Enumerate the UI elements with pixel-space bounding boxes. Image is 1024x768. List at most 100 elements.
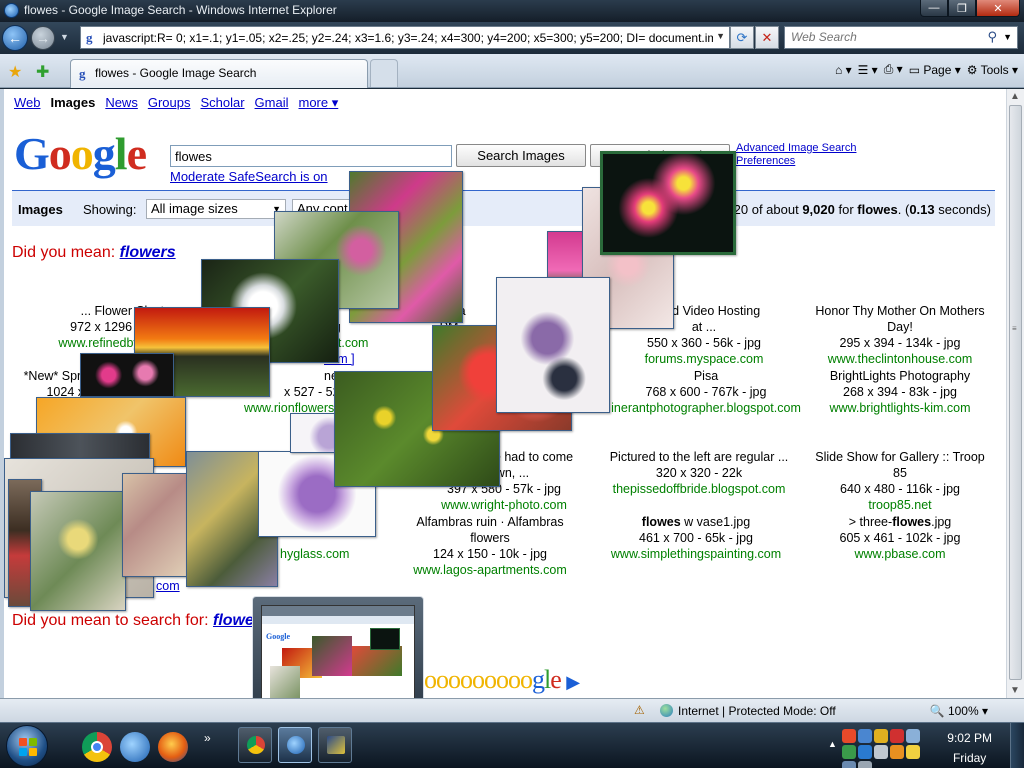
next-page-arrow-icon[interactable]: ▶ <box>566 672 580 692</box>
image-size-select[interactable]: All image sizes ▼ <box>146 199 286 219</box>
tools-menu[interactable]: ⚙ Tools ▾ <box>967 63 1018 77</box>
result-url[interactable]: www.theclintonhouse.com <box>800 351 1000 367</box>
taskbar-app-button[interactable] <box>318 727 352 763</box>
quicklaunch-expand-icon[interactable]: » <box>204 731 211 745</box>
pager-os[interactable]: ooooooooo <box>424 665 533 694</box>
result-title[interactable]: flowes w vase1.jpg <box>596 514 796 530</box>
address-dropdown-icon[interactable]: ▼ <box>716 31 725 41</box>
thumbnail-page-image: Google <box>261 605 415 713</box>
tab-current[interactable]: g flowes - Google Image Search <box>70 59 368 88</box>
stats-for: for <box>834 202 858 217</box>
scroll-up-icon[interactable]: ▲ <box>1010 91 1020 102</box>
volume-icon[interactable] <box>858 761 872 768</box>
start-button[interactable] <box>6 725 48 767</box>
page-menu[interactable]: ▭ Page ▾ <box>909 63 961 77</box>
recent-pages-dropdown[interactable]: ▼ <box>60 32 69 42</box>
internet-explorer-icon[interactable] <box>120 732 150 762</box>
tray-icon[interactable] <box>842 745 856 759</box>
flower-photo[interactable] <box>80 353 174 397</box>
search-images-button[interactable]: Search Images <box>456 144 586 167</box>
search-input[interactable] <box>171 146 451 166</box>
tray-icon[interactable] <box>906 729 920 743</box>
advanced-image-search-link[interactable]: Advanced Image Search <box>736 142 856 155</box>
result-title[interactable]: Pisa <box>596 368 816 384</box>
result-url[interactable]: forums.myspace.com <box>604 351 804 367</box>
protected-mode-icon[interactable]: ⚠ <box>634 703 645 717</box>
safesearch-link[interactable]: Moderate SafeSearch is on <box>170 169 328 184</box>
clock[interactable]: 9:02 PM Friday <box>947 728 992 768</box>
back-button[interactable]: ← <box>2 25 28 51</box>
scroll-down-icon[interactable]: ▼ <box>1010 685 1020 696</box>
result-title[interactable]: Pictured to the left are regular ... <box>594 449 804 465</box>
result-url[interactable]: troop85.net <box>800 497 1000 513</box>
status-bar: ⚠ Internet | Protected Mode: Off 🔍 100% … <box>0 698 1024 722</box>
command-tools: ⌂ ▾ ☰ ▾ ⎙ ▾ ▭ Page ▾ ⚙ Tools ▾ <box>835 62 1018 77</box>
tray-icon[interactable] <box>858 729 872 743</box>
network-icon[interactable] <box>842 761 856 768</box>
flower-photo[interactable] <box>122 473 192 577</box>
result-url[interactable]: www.pbase.com <box>800 546 1000 562</box>
address-input[interactable] <box>103 29 713 46</box>
result-url[interactable]: inerantphotographer.blogspot.com <box>596 400 816 416</box>
security-zone[interactable]: Internet | Protected Mode: Off <box>660 704 836 718</box>
tray-icon[interactable] <box>890 745 904 759</box>
tray-icon[interactable] <box>858 745 872 759</box>
result-title[interactable]: Honor Thy Mother On Mothers <box>800 303 1000 319</box>
result-url[interactable]: www.lagos-apartments.com <box>390 562 590 578</box>
vertical-scrollbar[interactable]: ▲ ≡ ▼ <box>1006 89 1024 698</box>
taskbar-chrome-button[interactable] <box>238 727 272 763</box>
nav-gmail[interactable]: Gmail <box>255 95 289 111</box>
result-title[interactable]: > three-flowes.jpg <box>800 514 1000 530</box>
nav-news[interactable]: News <box>105 95 138 111</box>
tray-icon[interactable] <box>890 729 904 743</box>
search-icon[interactable]: ⚲ <box>987 29 997 45</box>
search-dropdown-icon[interactable]: ▼ <box>1003 32 1012 42</box>
favorites-star-icon[interactable]: ★ <box>8 62 22 82</box>
result-title[interactable]: *New* Spri <box>14 368 84 384</box>
result-url[interactable]: www.wright-photo.com <box>424 497 584 513</box>
tray-icon[interactable] <box>842 729 856 743</box>
show-hidden-icons-icon[interactable]: ▲ <box>828 739 837 749</box>
feeds-icon[interactable]: ☰ ▾ <box>858 63 878 77</box>
scroll-thumb[interactable] <box>1009 105 1022 680</box>
result-url[interactable]: www.brightlights-kim.com <box>800 400 1000 416</box>
result-url[interactable]: thepissedoffbride.blogspot.com <box>594 481 804 497</box>
web-search-input[interactable] <box>791 30 981 44</box>
nav-groups[interactable]: Groups <box>148 95 191 111</box>
zoom-level[interactable]: 🔍 100% ▾ <box>930 704 988 718</box>
nav-web[interactable]: Web <box>14 95 41 111</box>
minimize-button[interactable]: — <box>920 0 948 17</box>
add-favorites-icon[interactable]: ✚ <box>36 62 49 82</box>
stop-button[interactable]: ✕ <box>755 26 779 49</box>
show-desktop-button[interactable] <box>1010 723 1024 768</box>
result-url[interactable]: hyglass.com <box>280 546 360 562</box>
tray-icon[interactable] <box>906 745 920 759</box>
new-tab-button[interactable] <box>370 59 398 87</box>
tray-icon[interactable] <box>874 745 888 759</box>
nav-more[interactable]: more ▾ <box>299 95 339 111</box>
preferences-link[interactable]: Preferences <box>736 155 856 168</box>
result-title[interactable]: Slide Show for Gallery :: Troop <box>800 449 1000 465</box>
close-button[interactable]: ✕ <box>976 0 1020 17</box>
result-url[interactable]: www.simplethingspainting.com <box>596 546 796 562</box>
flower-photo[interactable] <box>600 151 736 255</box>
did-you-mean-search-link[interactable]: flowe <box>213 612 254 629</box>
firefox-icon[interactable] <box>158 732 188 762</box>
result-title[interactable]: BrightLights Photography <box>800 368 1000 384</box>
google-logo[interactable]: Google <box>14 127 147 180</box>
refresh-button[interactable]: ⟳ <box>730 26 754 49</box>
nav-scholar[interactable]: Scholar <box>200 95 244 111</box>
maximize-button[interactable]: ❐ <box>948 0 976 17</box>
forward-button[interactable]: → <box>31 26 55 50</box>
flower-photo[interactable] <box>496 277 610 413</box>
chrome-icon[interactable] <box>82 732 112 762</box>
did-you-mean-link[interactable]: flowers <box>120 244 176 261</box>
tray-icon[interactable] <box>874 729 888 743</box>
did-you-mean: Did you mean: flowers <box>12 244 176 262</box>
taskbar-ie-button[interactable] <box>278 727 312 763</box>
home-icon[interactable]: ⌂ ▾ <box>835 63 852 77</box>
print-icon[interactable]: ⎙ ▾ <box>884 62 903 77</box>
flower-photo[interactable] <box>30 491 126 611</box>
pager-e: e <box>550 665 562 694</box>
result-title[interactable]: Alfambras ruin · Alfambras <box>390 514 590 530</box>
